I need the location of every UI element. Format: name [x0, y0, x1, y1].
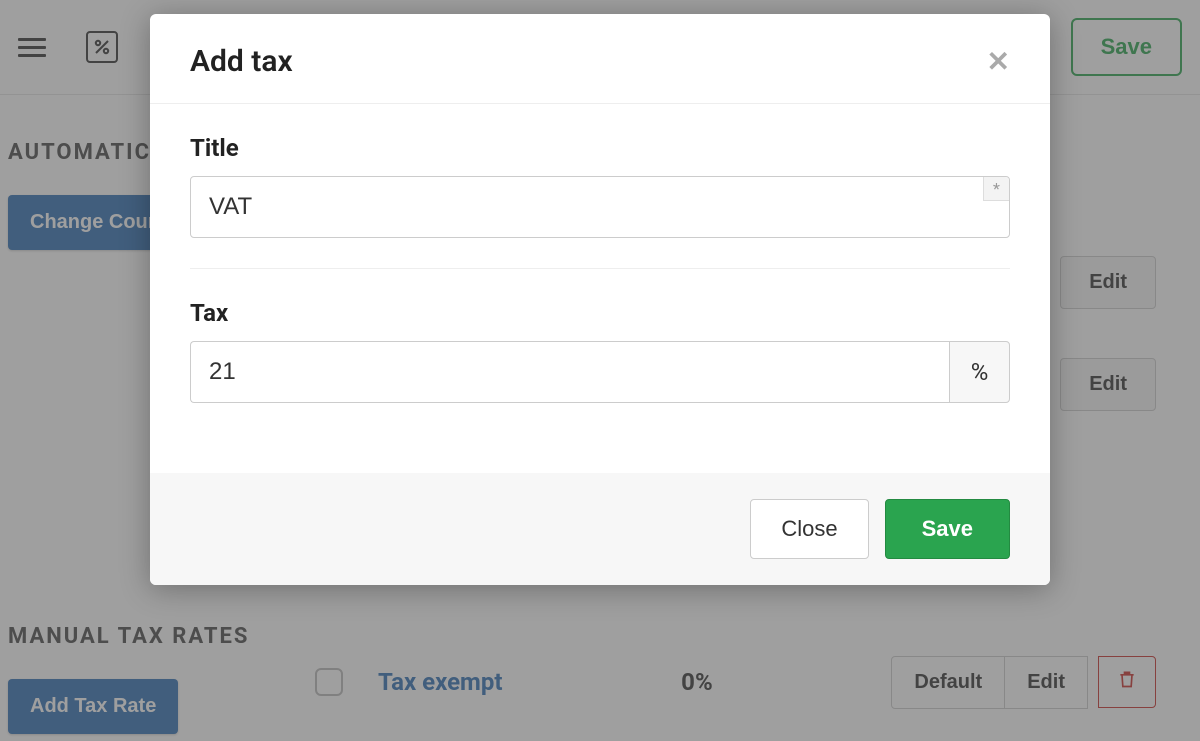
- close-icon[interactable]: ✕: [987, 48, 1010, 76]
- tax-label: Tax: [190, 299, 1010, 327]
- modal-overlay[interactable]: Add tax ✕ Title * Tax % Close Sav: [0, 0, 1200, 741]
- modal-header: Add tax ✕: [150, 14, 1050, 104]
- divider: [190, 268, 1010, 269]
- add-tax-modal: Add tax ✕ Title * Tax % Close Sav: [150, 14, 1050, 585]
- title-label: Title: [190, 134, 1010, 162]
- tax-form-group: Tax %: [190, 299, 1010, 403]
- title-form-group: Title *: [190, 134, 1010, 238]
- percent-addon: %: [949, 341, 1010, 403]
- tax-input[interactable]: [190, 341, 949, 403]
- modal-body: Title * Tax %: [150, 104, 1050, 473]
- modal-title: Add tax: [190, 44, 293, 79]
- save-button[interactable]: Save: [885, 499, 1010, 559]
- title-input[interactable]: [190, 176, 1010, 238]
- close-button[interactable]: Close: [750, 499, 868, 559]
- modal-footer: Close Save: [150, 473, 1050, 585]
- required-badge: *: [983, 177, 1009, 201]
